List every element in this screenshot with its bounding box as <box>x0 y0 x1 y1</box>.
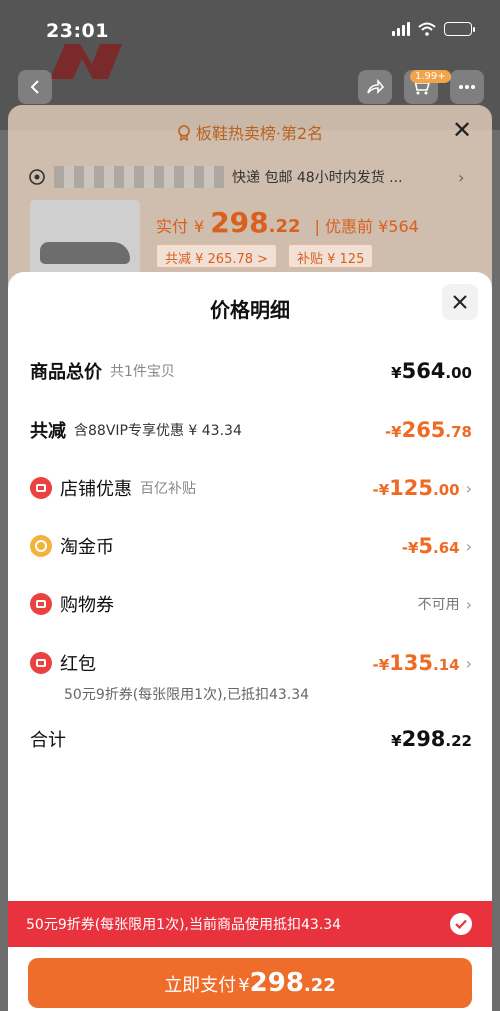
total-discount-value: -¥ 265.78 <box>384 418 472 442</box>
coupon-applied-bar[interactable]: 50元9折券(每张限用1次),当前商品使用抵扣43.34 <box>8 901 492 947</box>
row-taobao-coins[interactable]: 淘金币 -¥ 5.64 › <box>30 531 472 561</box>
voucher-icon <box>30 593 52 615</box>
chevron-right-icon: › <box>465 478 472 498</box>
discount-chip[interactable]: 共减 ¥ 265.78 > <box>156 244 278 268</box>
store-icon <box>30 477 52 499</box>
red-packet-icon <box>30 652 52 674</box>
background-close-icon[interactable]: ✕ <box>452 116 472 144</box>
chevron-right-icon: › <box>465 536 472 556</box>
check-icon <box>450 913 472 935</box>
row-store-discount[interactable]: 店铺优惠 百亿补贴 -¥ 125.00 › <box>30 473 472 503</box>
chevron-right-icon: › <box>465 594 472 614</box>
bestseller-rank-title: 板鞋热卖榜·第2名 <box>0 120 500 144</box>
row-total-discount: 共减 含88VIP专享优惠 ¥ 43.34 -¥ 265.78 <box>30 418 472 442</box>
shipping-info-text: 快递 包邮 48小时内发货 ... <box>232 170 403 186</box>
more-dots-icon <box>459 85 475 89</box>
coupon-applied-text: 50元9折券(每张限用1次),当前商品使用抵扣43.34 <box>26 917 342 933</box>
original-price: | 优惠前 ¥564 <box>314 217 419 236</box>
share-icon <box>367 79 384 94</box>
status-time: 23:01 <box>46 20 109 42</box>
red-packet-value: -¥ 135.14 <box>372 651 460 675</box>
close-button[interactable] <box>442 284 478 320</box>
share-button[interactable] <box>358 70 392 104</box>
battery-icon <box>444 22 475 36</box>
taobao-coins-value: -¥ 5.64 <box>401 534 460 558</box>
status-bar: 23:01 <box>0 0 500 58</box>
row-red-packet[interactable]: 红包 -¥ 135.14 › <box>30 648 472 678</box>
subsidy-chip: 补贴 ¥ 125 <box>288 244 374 268</box>
red-packet-note: 50元9折券(每张限用1次),已抵扣43.34 <box>64 687 310 703</box>
voucher-status: 不可用 <box>417 597 460 613</box>
back-button[interactable] <box>18 70 52 104</box>
cart-badge: 1.99+ <box>410 70 451 83</box>
product-price: 实付 ¥ 298.22 | 优惠前 ¥564 <box>156 206 419 239</box>
more-button[interactable] <box>450 70 484 104</box>
signal-icon <box>392 22 410 36</box>
location-badge-icon <box>178 125 190 142</box>
shoe-image <box>40 242 130 264</box>
pay-now-button[interactable]: 立即支付 ¥ 298 .22 <box>28 958 472 1008</box>
location-icon <box>29 169 45 185</box>
chevron-left-icon <box>30 80 39 94</box>
chevron-right-icon: › <box>465 653 472 673</box>
status-icons <box>392 22 475 36</box>
close-icon <box>453 295 467 309</box>
store-discount-value: -¥ 125.00 <box>372 476 460 500</box>
wifi-icon <box>418 22 436 36</box>
item-total-value: ¥564.00 <box>391 359 472 383</box>
blurred-address <box>54 166 224 188</box>
sheet-title: 价格明细 <box>210 298 290 322</box>
row-grand-total: 合计 ¥298.22 <box>30 727 472 751</box>
coin-icon <box>30 535 52 557</box>
chevron-right-icon: › <box>458 168 465 187</box>
row-item-total: 商品总价 共1件宝贝 ¥564.00 <box>30 359 472 383</box>
grand-total-value: ¥298.22 <box>391 727 472 751</box>
price-integer: 298.22 <box>210 206 301 239</box>
row-shopping-voucher[interactable]: 购物券 不可用 › <box>30 589 472 619</box>
shipping-address-row[interactable]: 快递 包邮 48小时内发货 ... <box>28 166 403 188</box>
